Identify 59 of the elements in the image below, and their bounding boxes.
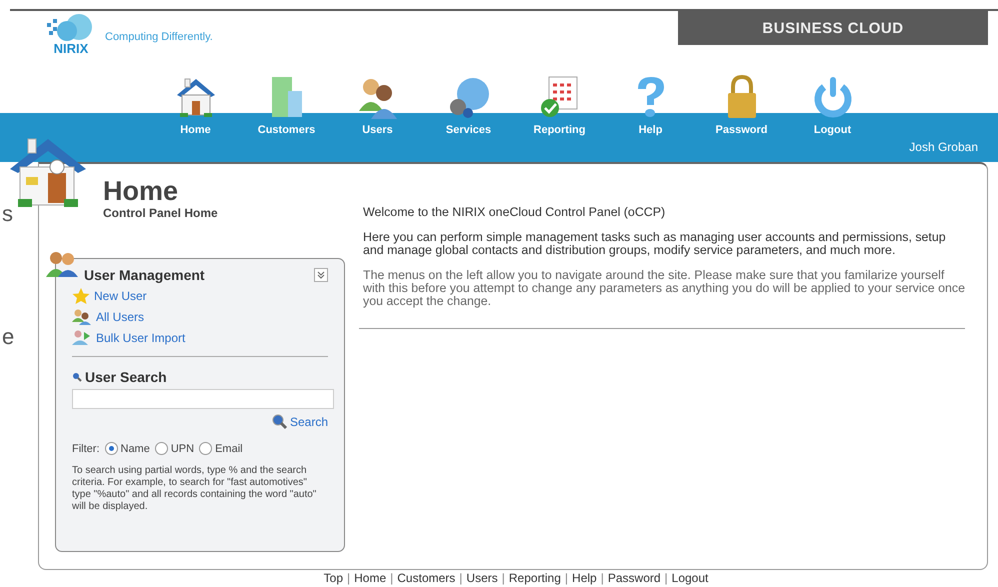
separator: | — [390, 571, 394, 585]
logo[interactable]: NIRIX — [45, 13, 97, 55]
user-import-icon — [72, 330, 92, 346]
radio-button[interactable] — [199, 442, 212, 455]
paragraph: The menus on the left allow you to navigate around the site. Please make sure that you familarize yourself with this before you attempt to change any parameters as anything you do will be applied to your service once you accept the change. — [363, 269, 965, 308]
section-title: User Management — [84, 267, 205, 283]
double-chevron-icon — [316, 270, 326, 280]
separator: | — [664, 571, 668, 585]
footer-link[interactable]: Home — [354, 571, 386, 585]
menu-link[interactable]: New User — [94, 289, 147, 303]
footer-link[interactable]: Password — [608, 571, 661, 585]
search-icon — [270, 414, 288, 430]
nav-item[interactable]: Logout — [787, 75, 878, 136]
footer-link[interactable]: Logout — [672, 571, 708, 585]
nav-item[interactable]: Services — [423, 75, 514, 136]
radio-button[interactable] — [104, 442, 118, 455]
separator: | — [459, 571, 462, 585]
paragraph: Welcome to the NIRIX oneCloud Control Panel (oCCP) — [363, 206, 666, 219]
user-name: Josh Groban — [909, 140, 978, 154]
footer-link[interactable]: Help — [572, 571, 597, 585]
nav-item[interactable]: Customers — [241, 75, 332, 136]
separator: | — [347, 571, 350, 585]
radio-button[interactable] — [154, 442, 168, 455]
nav-item[interactable]: Help — [605, 75, 696, 136]
page-title: Home — [103, 176, 180, 206]
nav-item[interactable]: Password — [696, 75, 787, 136]
nav-item[interactable]: Reporting — [514, 75, 605, 136]
users-icon — [72, 309, 92, 325]
text-fragment: e — [2, 323, 16, 351]
search-icon — [72, 372, 82, 382]
nav-item[interactable]: Users — [332, 75, 423, 136]
radio-label[interactable]: Name — [120, 442, 150, 454]
nav-item[interactable]: Home — [150, 75, 241, 136]
search-field[interactable] — [72, 389, 334, 409]
separator: | — [564, 571, 568, 585]
house-icon — [8, 137, 88, 209]
filter-label: Filter: — [72, 442, 100, 454]
star-icon — [72, 288, 90, 304]
tagline: Computing Differently. — [105, 31, 213, 43]
collapse-button[interactable] — [314, 268, 328, 282]
help-text: To search using partial words, type % and the search criteria. For example, to search for "fast automotives" type "%auto" and all records containing the word "auto" will be displayed. — [72, 465, 318, 513]
page-subtitle: Control Panel Home — [103, 206, 219, 220]
product-banner: BUSINESS CLOUD — [678, 11, 988, 45]
separator: | — [600, 571, 604, 585]
text-fragment: s — [2, 200, 14, 228]
section-title: User Search — [85, 369, 167, 385]
radio-label[interactable]: Email — [215, 442, 243, 454]
footer-link[interactable]: Users — [466, 571, 498, 585]
menu-link[interactable]: Bulk User Import — [96, 331, 186, 345]
footer-link[interactable]: Top — [324, 571, 343, 585]
users-icon — [46, 251, 78, 277]
paragraph: Here you can perform simple management tasks such as managing user accounts and permissions, setup and manage global contacts and distribution groups, modify service parameters, and much more. — [363, 231, 947, 257]
footer-link[interactable]: Reporting — [508, 571, 561, 585]
footer-link[interactable]: Customers — [397, 571, 456, 585]
radio-label[interactable]: UPN — [170, 442, 194, 454]
logo-name: NIRIX — [54, 43, 88, 55]
separator: | — [502, 571, 505, 585]
search-link[interactable]: Search — [290, 415, 328, 429]
menu-link[interactable]: All Users — [96, 310, 144, 324]
